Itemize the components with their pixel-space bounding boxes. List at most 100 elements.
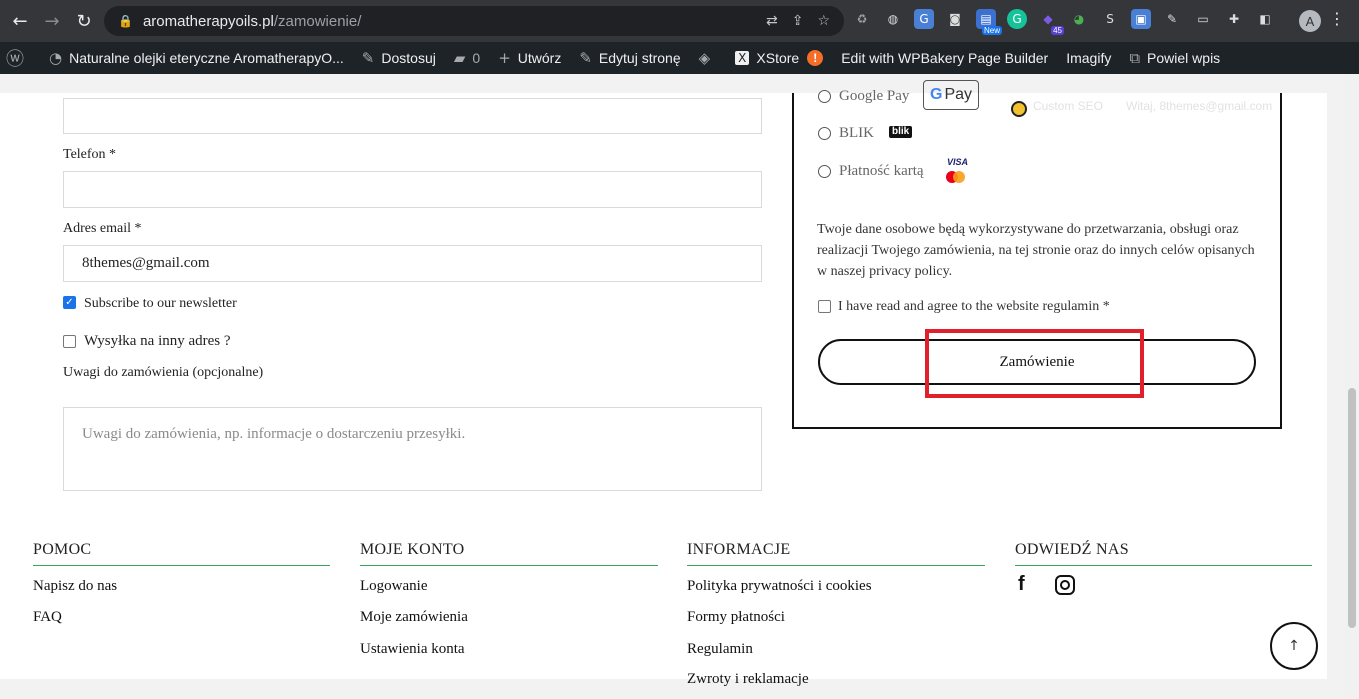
phone-input[interactable] — [63, 171, 762, 208]
email-label: Adres email * — [63, 221, 142, 236]
cast-extension-icon[interactable]: ▭ — [1193, 9, 1213, 29]
wp-xstore[interactable]: X XStore! — [726, 42, 832, 74]
blik-radio[interactable] — [818, 127, 831, 140]
google-g-icon: G — [929, 86, 943, 103]
wp-edit-page[interactable]: ✎ Edytuj stronę — [570, 42, 689, 74]
chrome-menu-icon[interactable]: ⋮ — [1329, 9, 1345, 28]
recycle-extension-icon[interactable]: ♻ — [852, 9, 872, 29]
footer-link-terms[interactable]: Regulamin — [687, 641, 753, 658]
sidepanel-icon[interactable]: ◧ — [1255, 9, 1275, 29]
puzzle-extensions-icon[interactable]: ✚ — [1224, 9, 1244, 29]
ship-other-address-label: Wysyłka na inny adres ? — [84, 333, 231, 349]
edit-page-label: Edytuj stronę — [598, 50, 681, 66]
card-payment-label: Płatność kartą — [839, 163, 924, 179]
footer-col-help: POMOC — [33, 541, 330, 566]
duplicate-icon: ⧉ — [1129, 49, 1141, 67]
browser-toolbar: ← → ↻ 🔒 aromatherapyoils.pl/zamowienie/ … — [0, 0, 1359, 42]
wp-customize[interactable]: ✎ Dostosuj — [353, 42, 445, 74]
ship-other-address-checkbox[interactable] — [63, 335, 76, 348]
customize-label: Dostosuj — [381, 50, 436, 66]
order-notes-textarea[interactable]: Uwagi do zamówienia, np. informacje o do… — [63, 407, 762, 491]
page-scrollbar[interactable] — [1345, 74, 1359, 699]
previous-field-input[interactable] — [63, 98, 762, 134]
bookmark-star-icon[interactable]: ☆ — [817, 13, 830, 29]
wp-admin-bar: ⓦ ◔ Naturalne olejki eteryczne Aromathera… — [0, 42, 1359, 74]
site-name-label: Naturalne olejki eteryczne AromatherapyO… — [69, 50, 344, 66]
xstore-icon: X — [735, 51, 750, 65]
instagram-icon[interactable] — [1055, 575, 1075, 595]
camera-extension-icon[interactable]: ◙ — [945, 9, 965, 29]
faint-seo-text: Custom SEO — [1033, 99, 1104, 113]
footer-link-faq[interactable]: FAQ — [33, 609, 62, 626]
footer-link-privacy[interactable]: Polityka prywatności i cookies — [687, 578, 872, 595]
footer-link-account-settings[interactable]: Ustawienia konta — [360, 641, 465, 658]
footer-title-social: ODWIEDŹ NAS — [1015, 541, 1312, 566]
blik-logo: blik — [889, 126, 913, 138]
privacy-notice: Twoje dane osobowe będą wykorzystywane d… — [817, 222, 1255, 279]
footer-link-payment-forms[interactable]: Formy płatności — [687, 609, 785, 626]
footer-link-orders[interactable]: Moje zamówienia — [360, 609, 468, 626]
google-pay-logo: G Pay — [923, 80, 979, 110]
globe-extension-icon[interactable]: ◍ — [883, 9, 903, 29]
address-bar[interactable]: 🔒 aromatherapyoils.pl/zamowienie/ ⇄ ⇪ ☆ — [104, 6, 844, 36]
annotation-highlight-box — [925, 329, 1144, 398]
s-extension-icon[interactable]: S — [1100, 9, 1120, 29]
profile-avatar[interactable]: A — [1299, 10, 1321, 32]
wp-wpbakery[interactable]: Edit with WPBakery Page Builder — [832, 42, 1057, 74]
url-domain: aromatherapyoils.pl — [142, 12, 274, 30]
diamond-icon: ◈ — [698, 49, 711, 67]
footer-col-social: ODWIEDŹ NAS — [1015, 541, 1312, 566]
screen-extension-icon[interactable]: ▣ — [1131, 9, 1151, 29]
order-notes-label: Uwagi do zamówienia (opcjonalne) — [63, 365, 264, 380]
imagify-label: Imagify — [1066, 50, 1112, 66]
xstore-alert-icon: ! — [807, 50, 824, 66]
pencil-icon: ✎ — [579, 49, 592, 67]
footer-col-info: INFORMACJE — [687, 541, 985, 566]
wpbakery-label: Edit with WPBakery Page Builder — [841, 50, 1049, 66]
wp-comments[interactable]: ▰ 0 — [445, 42, 489, 74]
wp-logo[interactable]: ⓦ — [0, 42, 40, 74]
gpay-text: Pay — [944, 86, 973, 103]
footer-title-help: POMOC — [33, 541, 330, 566]
wp-imagify[interactable]: Imagify — [1057, 42, 1120, 74]
wp-new[interactable]: + Utwórz — [489, 42, 570, 74]
translate-icon[interactable]: ⇄ — [766, 13, 778, 29]
faint-greeting-text: Witaj, 8themes@gmail.com — [1126, 99, 1273, 113]
purple-extension-icon[interactable]: ◆ 45 — [1038, 9, 1064, 35]
extensions-area: ♻ ◍ G ◙ ▤ New G ◆ 45 ◕ S ▣ ✎ ▭ ✚ ◧ — [852, 9, 1275, 35]
terms-label: I have read and agree to the website reg… — [838, 299, 1110, 314]
newsletter-checkbox[interactable]: ✓ — [63, 296, 76, 309]
reload-icon[interactable]: ↻ — [68, 5, 100, 37]
new-label: Utwórz — [517, 50, 562, 66]
email-input[interactable]: 8themes@gmail.com — [63, 245, 762, 282]
scrollbar-thumb[interactable] — [1348, 388, 1356, 628]
footer-link-login[interactable]: Logowanie — [360, 578, 427, 595]
url-path: /zamowienie/ — [273, 12, 362, 30]
translate-extension-icon[interactable]: G — [914, 9, 934, 29]
lock-icon: 🔒 — [118, 14, 133, 28]
terms-checkbox[interactable] — [818, 300, 831, 313]
footer-link-contact[interactable]: Napisz do nas — [33, 578, 117, 595]
wp-diamond[interactable]: ◈ — [690, 42, 727, 74]
card-payment-radio[interactable] — [818, 165, 831, 178]
footer-link-returns[interactable]: Zwroty i reklamacje — [687, 671, 809, 688]
facebook-icon[interactable]: f — [1018, 573, 1025, 596]
wordpress-icon: ⓦ — [6, 49, 24, 70]
forward-arrow-icon[interactable]: → — [36, 5, 68, 37]
scroll-to-top-button[interactable]: ↑ — [1270, 622, 1318, 670]
pen-extension-icon[interactable]: ✎ — [1162, 9, 1182, 29]
share-icon[interactable]: ⇪ — [792, 13, 804, 29]
checkout-content: Telefon * Adres email * 8themes@gmail.co… — [0, 80, 1327, 687]
google-pay-label: Google Pay — [839, 88, 910, 104]
blik-label: BLIK — [839, 125, 874, 141]
color-extension-icon[interactable]: ◕ — [1069, 9, 1089, 29]
back-arrow-icon[interactable]: ← — [4, 5, 36, 37]
mastercard-logo-overlap — [953, 171, 965, 183]
plus-icon: + — [498, 49, 511, 67]
new-badge: New — [981, 26, 1002, 35]
grammarly-extension-icon[interactable]: G — [1007, 9, 1027, 29]
google-pay-radio[interactable] — [818, 90, 831, 103]
new-extension-icon[interactable]: ▤ New — [976, 9, 1002, 35]
wp-site-name[interactable]: ◔ Naturalne olejki eteryczne Aromatherapy… — [40, 42, 353, 74]
wp-duplicate[interactable]: ⧉ Powiel wpis — [1120, 42, 1229, 74]
